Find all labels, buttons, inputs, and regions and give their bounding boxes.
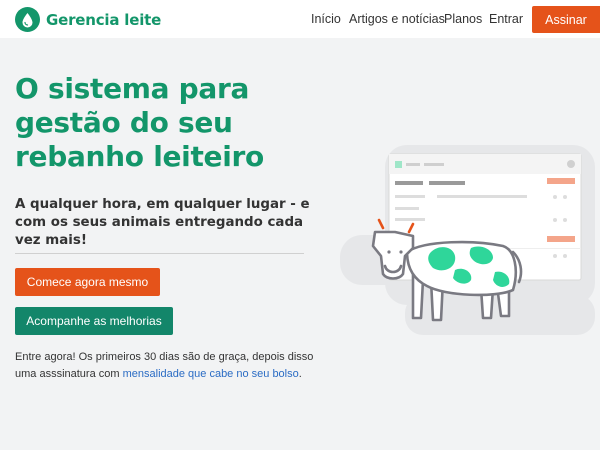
nav-link-planos[interactable]: Planos	[444, 12, 482, 26]
page-title: O sistema para gestão do seu rebanho lei…	[15, 72, 264, 173]
brand-name: Gerencia leite	[46, 10, 162, 29]
divider	[15, 253, 304, 254]
start-now-button[interactable]: Comece agora mesmo	[15, 268, 160, 296]
pricing-link[interactable]: mensalidade que cabe no seu bolso	[123, 368, 299, 380]
nav-link-entrar[interactable]: Entrar	[489, 12, 523, 26]
nav-link-inicio[interactable]: Início	[311, 12, 341, 26]
milk-drop-icon	[15, 7, 40, 32]
subscribe-button[interactable]: Assinar	[532, 6, 600, 33]
pricing-note-end: .	[298, 368, 302, 380]
cow-dashboard-illustration	[335, 140, 600, 340]
hero-subtitle: A qualquer hora, em qualquer lugar - e c…	[15, 197, 310, 248]
navbar: Gerencia leite Início Artigos e notícias…	[0, 0, 600, 38]
pricing-note: Entre agora! Os primeiros 30 dias são de…	[15, 349, 315, 383]
brand-link[interactable]: Gerencia leite	[15, 7, 161, 32]
follow-improvements-button[interactable]: Acompanhe as melhorias	[15, 307, 173, 335]
nav-link-artigos[interactable]: Artigos e notícias	[349, 12, 445, 26]
